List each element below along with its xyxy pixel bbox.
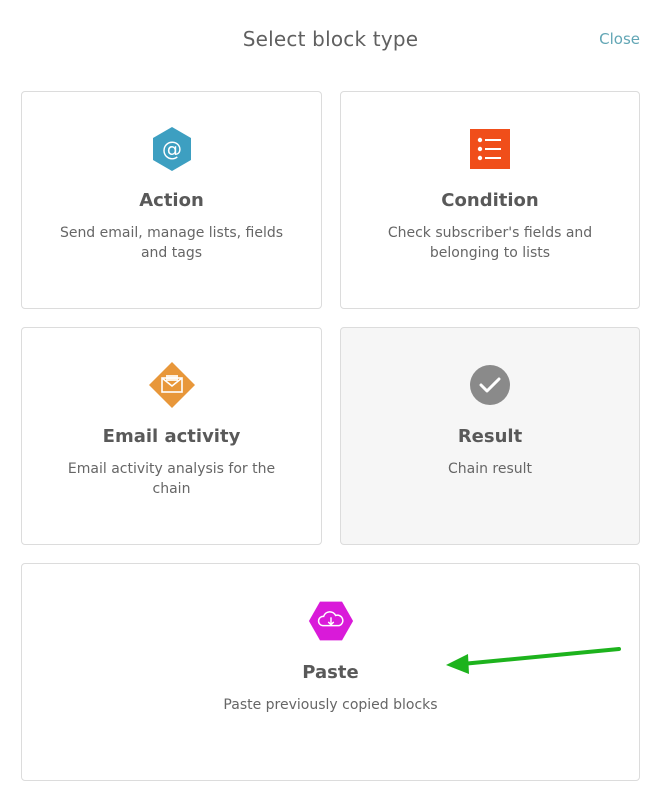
checkmark-circle-icon bbox=[470, 365, 510, 405]
cloud-download-hexagon-icon bbox=[308, 601, 353, 641]
close-link[interactable]: Close bbox=[599, 30, 640, 48]
block-description: Check subscriber's fields and belonging … bbox=[387, 225, 593, 261]
dialog-title: Select block type bbox=[242, 27, 419, 51]
block-card-paste[interactable]: Paste Paste previously copied blocks bbox=[21, 563, 640, 781]
block-title: Action bbox=[139, 190, 204, 211]
block-title: Paste bbox=[302, 662, 359, 683]
block-description: Send email, manage lists, fields and tag… bbox=[59, 225, 284, 261]
block-title: Condition bbox=[441, 190, 539, 211]
block-card-email-activity[interactable]: Email activity Email activity analysis f… bbox=[21, 327, 322, 545]
block-description: Paste previously copied blocks bbox=[223, 697, 438, 713]
svg-text:@: @ bbox=[162, 137, 182, 161]
list-square-icon bbox=[470, 129, 510, 169]
block-card-action[interactable]: @ Action Send email, manage lists, field… bbox=[21, 91, 322, 309]
block-card-result[interactable]: Result Chain result bbox=[340, 327, 640, 545]
envelope-diamond-icon bbox=[148, 362, 195, 408]
block-title: Email activity bbox=[102, 426, 241, 447]
block-description: Email activity analysis for the chain bbox=[67, 461, 276, 497]
block-description: Chain result bbox=[447, 461, 533, 477]
block-card-condition[interactable]: Condition Check subscriber's fields and … bbox=[340, 91, 640, 309]
at-sign-hexagon-icon: @ bbox=[152, 127, 191, 171]
block-title: Result bbox=[457, 426, 523, 447]
